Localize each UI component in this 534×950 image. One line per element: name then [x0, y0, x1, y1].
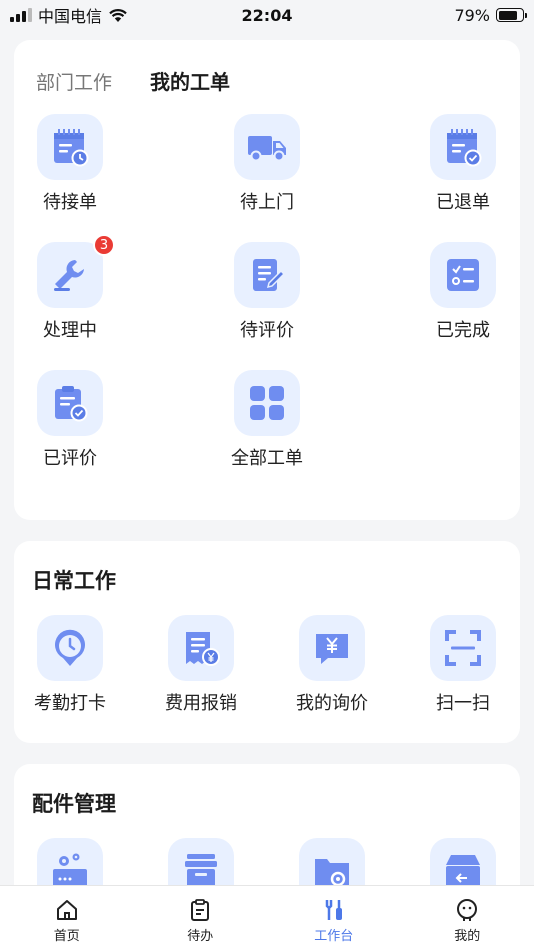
tabbar-profile-label: 我的: [454, 929, 481, 944]
scan[interactable]: 扫一扫: [413, 615, 513, 715]
scan-label: 扫一扫: [436, 693, 490, 714]
tabbar-workbench[interactable]: 工作台: [267, 886, 401, 950]
checklist-icon: [447, 259, 479, 291]
expense-reimbursement[interactable]: 费用报销: [151, 615, 251, 715]
order-tabs: 部门工作 我的工单: [36, 66, 230, 95]
processing-count-badge: 3: [93, 234, 115, 256]
order-pending-accept[interactable]: 待接单: [20, 114, 120, 214]
daily-work-title: 日常工作: [32, 569, 116, 593]
order-all-label: 全部工单: [231, 448, 303, 469]
order-pending-accept-label: 待接单: [43, 192, 97, 213]
order-returned[interactable]: 已退单: [413, 114, 513, 214]
tabbar-home[interactable]: 首页: [0, 886, 134, 950]
tabbar-profile[interactable]: 我的: [401, 886, 534, 950]
order-completed-label: 已完成: [436, 320, 490, 341]
attendance-checkin[interactable]: 考勤打卡: [20, 615, 120, 715]
grid-icon: [250, 386, 284, 420]
bottom-tab-bar: 首页 待办 工作台 我的: [0, 885, 534, 950]
wrench-icon: [54, 260, 84, 291]
receipt-yen-icon: [186, 632, 220, 666]
order-pending-visit-label: 待上门: [240, 192, 294, 213]
clock-pin-icon: [55, 629, 85, 666]
tabbar-workbench-label: 工作台: [314, 929, 354, 944]
edit-document-icon: [253, 259, 286, 291]
daily-work-card: 日常工作 考勤打卡 费用报销 我的询价 扫一扫: [14, 541, 520, 743]
clipboard-icon: [191, 899, 210, 921]
my-inquiry[interactable]: 我的询价: [282, 615, 382, 715]
home-icon: [56, 900, 77, 920]
order-reviewed-label: 已评价: [43, 448, 97, 469]
attendance-checkin-label: 考勤打卡: [34, 693, 106, 714]
parts-management-title: 配件管理: [32, 792, 116, 816]
wifi-icon: [109, 8, 127, 22]
tabbar-todo-label: 待办: [187, 929, 214, 944]
carrier-name: 中国电信: [38, 7, 103, 26]
order-all[interactable]: 全部工单: [217, 370, 317, 470]
order-pending-review-label: 待评价: [240, 320, 294, 341]
calendar-check-icon: [447, 129, 482, 167]
order-returned-label: 已退单: [436, 192, 490, 213]
tab-my-orders[interactable]: 我的工单: [150, 66, 230, 95]
profile-icon: [457, 899, 478, 921]
my-orders-card: 部门工作 我的工单 待接单 待上门 已退单 3 处理中 待评价 已完成 已评价 …: [14, 40, 520, 520]
tools-icon: [325, 900, 342, 920]
order-completed[interactable]: 已完成: [413, 242, 513, 342]
scan-icon: [445, 630, 481, 666]
order-pending-visit[interactable]: 待上门: [217, 114, 317, 214]
expense-reimbursement-label: 费用报销: [165, 693, 237, 714]
tab-department-work[interactable]: 部门工作: [36, 68, 112, 95]
order-processing[interactable]: 3 处理中: [20, 234, 120, 342]
tabbar-home-label: 首页: [53, 929, 80, 944]
chat-yen-icon: [316, 634, 348, 664]
my-inquiry-label: 我的询价: [296, 693, 368, 714]
order-reviewed[interactable]: 已评价: [20, 370, 120, 470]
truck-icon: [248, 136, 286, 162]
order-processing-label: 处理中: [43, 320, 97, 341]
signal-icon: [10, 8, 32, 22]
calendar-clock-icon: [54, 129, 89, 167]
clipboard-check-icon: [55, 386, 88, 422]
battery-percent: 79%: [454, 5, 490, 25]
status-bar: 中国电信 22:04 79%: [0, 0, 534, 30]
tabbar-todo[interactable]: 待办: [134, 886, 268, 950]
battery-icon: [496, 8, 527, 22]
order-pending-review[interactable]: 待评价: [217, 242, 317, 342]
